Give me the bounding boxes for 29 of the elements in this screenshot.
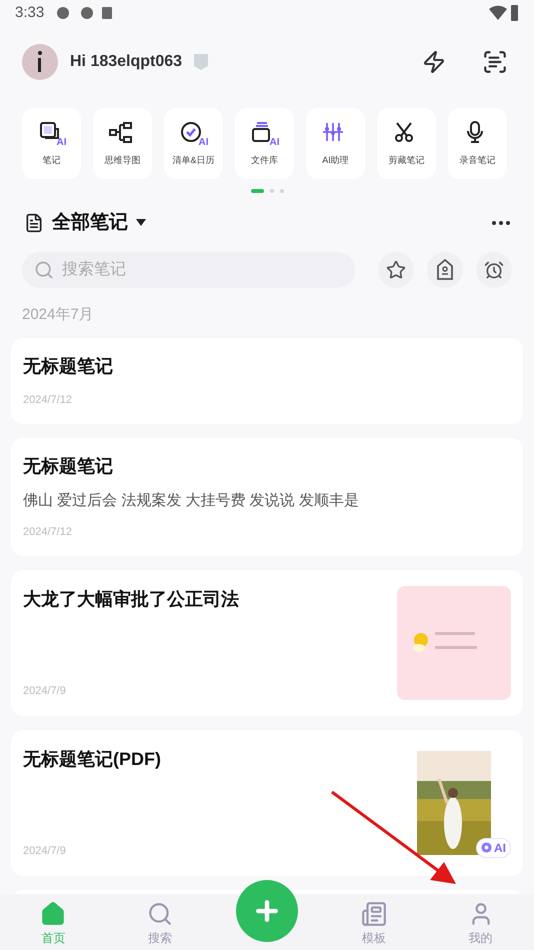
note-date: 2024/7/12 (23, 525, 73, 540)
tool-card[interactable]: AI助理 (306, 108, 365, 179)
note-card[interactable]: 无标题笔记 佛山 爱过后会 法规案发 大挂号费 发说说 发顺丰是 2024/7/12 (11, 438, 523, 556)
note-title: 无标题笔记 (23, 454, 114, 478)
note-title: 无标题笔记(PDF) (23, 748, 162, 771)
note-card[interactable]: 无标题笔记(PDF) 2024/7/9 AI (11, 730, 523, 876)
tool-card[interactable]: 思维导图 (93, 108, 152, 179)
month-label: 2024年7月 (21, 304, 95, 324)
tool-card[interactable]: AI 清单&日历 (164, 108, 223, 179)
tool-card[interactable]: 剪藏笔记 (377, 108, 436, 179)
tool-card[interactable]: AI 笔记 (22, 108, 81, 179)
note-card[interactable]: 无标题笔记 2024/7/12 (11, 338, 523, 424)
note-card[interactable]: 大龙了大幅审批了公正司法 2024/7/9 (11, 570, 523, 716)
ai-badge: AI (476, 838, 511, 858)
note-date: 2024/7/9 (23, 684, 67, 699)
note-title: 大龙了大幅审批了公正司法 (23, 588, 240, 610)
search-field[interactable]: 搜索笔记 (22, 252, 355, 288)
ai-label: AI (270, 138, 280, 148)
note-date: 2024/7/9 (23, 844, 67, 859)
status-time: 3:33 (15, 2, 44, 23)
greeting: Hi 183elqpt063 (70, 52, 182, 72)
note-date: 2024/7/12 (23, 393, 73, 408)
note-snippet: 佛山 爱过后会 法规案发 大挂号费 发说说 发顺丰是 (23, 490, 360, 510)
notes-filter-dropdown[interactable]: 全部笔记 (52, 209, 146, 238)
tool-card[interactable]: AI 文件库 (235, 108, 294, 179)
ai-label: AI (56, 138, 66, 148)
ai-label: AI (198, 138, 208, 148)
tool-card[interactable]: 录音笔记 (448, 108, 507, 179)
note-title: 无标题笔记 (23, 355, 114, 378)
